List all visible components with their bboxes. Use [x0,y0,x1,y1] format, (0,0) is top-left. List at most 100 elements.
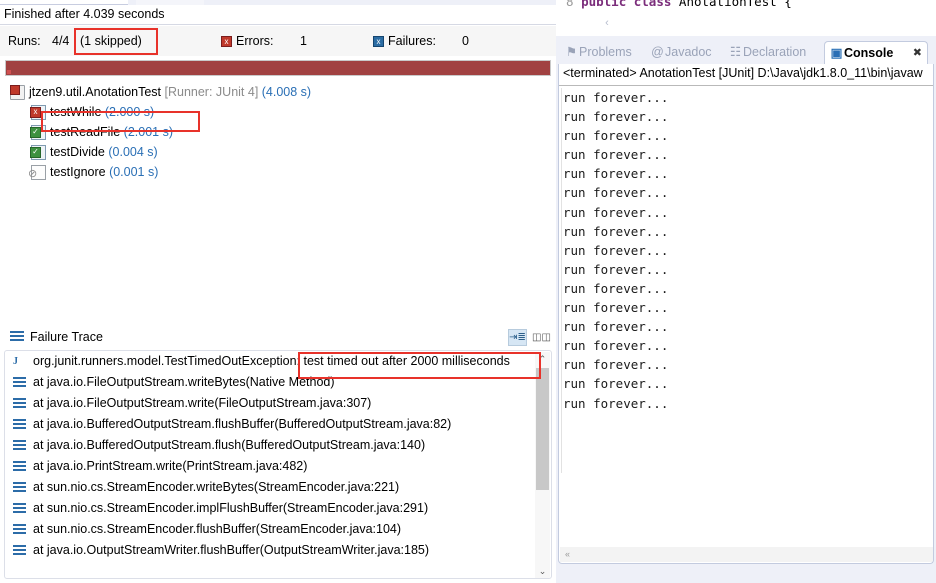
failure-x-icon: x [373,36,384,47]
trace-row-text: at sun.nio.cs.StreamEncoder.implFlushBuf… [33,501,429,515]
stack-frame-icon [13,377,26,389]
tab-problems-label: Problems [579,45,632,59]
tree-row-label: testDivide (0.004 s) [50,142,158,162]
test-name: testDivide [50,145,105,159]
divider-top [0,24,556,25]
right-pane: 8 public class AnotationTest { ‹ ⚑ Proble… [556,0,936,583]
test-duration: (0.001 s) [105,165,159,179]
trace-row-text: at java.io.FileOutputStream.write(FileOu… [33,396,372,410]
tab-javadoc[interactable]: @Javadoc [650,41,711,64]
tab-console[interactable]: ▣ Console ✖ [824,41,928,64]
javadoc-icon: @ [651,45,664,59]
tree-row[interactable]: ⌄jtzen9.util.AnotationTest [Runner: JUni… [0,82,556,102]
stack-frame-icon [13,419,26,431]
failures-value: 0 [462,34,469,48]
eclipse-junit-window: Finished after 4.039 seconds Runs: 4/4 (… [0,0,936,583]
failures-label: Failures: [388,34,436,48]
console-view: ⚑ Problems @Javadoc ☷ Declaration ▣ Console… [556,41,936,583]
trace-row-text: org.junit.runners.model.TestTimedOutExce… [33,354,510,368]
trace-row-text: at sun.nio.cs.StreamEncoder.writeBytes(S… [33,480,400,494]
test-failed-icon [30,105,46,120]
trace-row[interactable]: at java.io.OutputStreamWriter.flushBuffe… [5,540,551,561]
stack-frame-icon [13,503,26,515]
failure-trace-scrollbar[interactable]: ⌃ ⌄ [535,352,550,578]
code-keyword-public: public [581,0,627,9]
tree-row[interactable]: testReadFile (2.001 s) [0,122,556,142]
tab-declaration-label: Declaration [743,45,807,59]
trace-row[interactable]: at sun.nio.cs.StreamEncoder.flushBuffer(… [5,519,551,540]
tab-problems[interactable]: ⚑ Problems [564,41,632,64]
test-result-tree[interactable]: ⌄jtzen9.util.AnotationTest [Runner: JUni… [0,82,556,324]
runner-label: [Runner: JUnit 4] [161,85,259,99]
tab-declaration[interactable]: ☷ Declaration [728,41,806,64]
console-horizontal-scrollbar[interactable]: « [560,547,933,562]
test-name: testWhile [50,105,102,119]
scroll-down-arrow[interactable]: ⌄ [535,564,550,578]
tree-row-label: testReadFile (2.001 s) [50,122,173,142]
editor-scroll-left-arrow[interactable]: ‹ [600,16,614,30]
code-keyword-class: class [633,0,672,9]
trace-row[interactable]: at sun.nio.cs.StreamEncoder.writeBytes(S… [5,477,551,498]
scrollbar-thumb[interactable] [536,368,549,490]
code-class-name: AnotationTest { [678,0,792,9]
trace-row[interactable]: at java.io.FileOutputStream.write(FileOu… [5,393,551,414]
trace-row-text: at java.io.FileOutputStream.writeBytes(N… [33,375,335,389]
skipped-count: (1 skipped) [80,34,142,48]
trace-row[interactable]: at java.io.PrintStream.write(PrintStream… [5,456,551,477]
code-line: 8 public class AnotationTest { [566,0,792,9]
console-output-panel[interactable]: <terminated> AnotationTest [JUnit] D:\Ja… [558,64,934,564]
test-duration: (2.001 s) [120,125,173,139]
code-editor-sliver[interactable]: 8 public class AnotationTest { ‹ [556,0,936,36]
test-ignored-icon [28,165,46,180]
failure-trace-list[interactable]: Jorg.junit.runners.model.TestTimedOutExc… [4,350,552,579]
trace-row-text: at java.io.OutputStreamWriter.flushBuffe… [33,543,430,557]
progress-bar-fill [6,61,550,75]
tree-row[interactable]: testWhile (2.000 s) [0,102,556,122]
stack-frame-icon [13,440,26,452]
scroll-left-arrow[interactable]: « [560,547,575,562]
finished-status-text: Finished after 4.039 seconds [0,5,556,24]
trace-row[interactable]: at java.io.BufferedOutputStream.flushBuf… [5,414,551,435]
test-duration: (0.004 s) [104,145,158,159]
trace-row-text: at java.io.PrintStream.write(PrintStream… [33,459,308,473]
scroll-up-arrow[interactable]: ⌃ [535,352,550,367]
tree-row[interactable]: testIgnore (0.001 s) [0,162,556,182]
stack-frame-icon [13,524,26,536]
console-output-text: run forever... run forever... run foreve… [563,90,669,411]
stack-frame-icon [13,545,26,557]
view-menu-icon[interactable]: ◫◫ [531,329,551,346]
test-name: testReadFile [50,125,121,139]
test-duration: (2.000 s) [101,105,155,119]
trace-row-text: at sun.nio.cs.StreamEncoder.flushBuffer(… [33,522,402,536]
close-icon[interactable]: ✖ [913,42,922,65]
test-name: testIgnore [50,165,106,179]
trace-row[interactable]: at java.io.BufferedOutputStream.flush(Bu… [5,435,551,456]
filter-stack-trace-icon[interactable]: ⇥≣ [508,329,527,346]
problems-icon: ⚑ [565,45,578,59]
failure-trace-title: Failure Trace [30,330,103,344]
trace-row[interactable]: at sun.nio.cs.StreamEncoder.implFlushBuf… [5,498,551,519]
failure-trace-panel: Failure Trace ⇥≣ ◫◫ Jorg.junit.runners.m… [0,324,556,583]
code-line-number: 8 [566,0,574,9]
test-passed-icon [30,125,46,140]
trace-row-text: at java.io.BufferedOutputStream.flush(Bu… [33,438,426,452]
trace-row-text: at java.io.BufferedOutputStream.flushBuf… [33,417,452,431]
console-tab-bar: ⚑ Problems @Javadoc ☷ Declaration ▣ Console… [556,41,936,64]
stack-frame-icon [13,482,26,494]
console-divider [559,85,933,86]
test-duration: (4.008 s) [258,85,312,99]
trace-row[interactable]: Jorg.junit.runners.model.TestTimedOutExc… [5,351,551,372]
declaration-icon: ☷ [729,45,742,59]
junit-stats-row: Runs: 4/4 (1 skipped) x Errors: 1 x Fail… [0,26,556,56]
stack-frame-icon [13,461,26,473]
runs-label: Runs: [8,34,41,48]
junit-view: Finished after 4.039 seconds Runs: 4/4 (… [0,0,556,583]
progress-bar-notch [7,70,11,74]
stack-frame-icon [13,398,26,410]
console-terminated-line: <terminated> AnotationTest [JUnit] D:\Ja… [563,66,923,80]
test-class-failed-icon [10,85,25,100]
tree-row[interactable]: testDivide (0.004 s) [0,142,556,162]
errors-value: 1 [300,34,307,48]
console-icon: ▣ [830,46,843,60]
trace-row[interactable]: at java.io.FileOutputStream.writeBytes(N… [5,372,551,393]
